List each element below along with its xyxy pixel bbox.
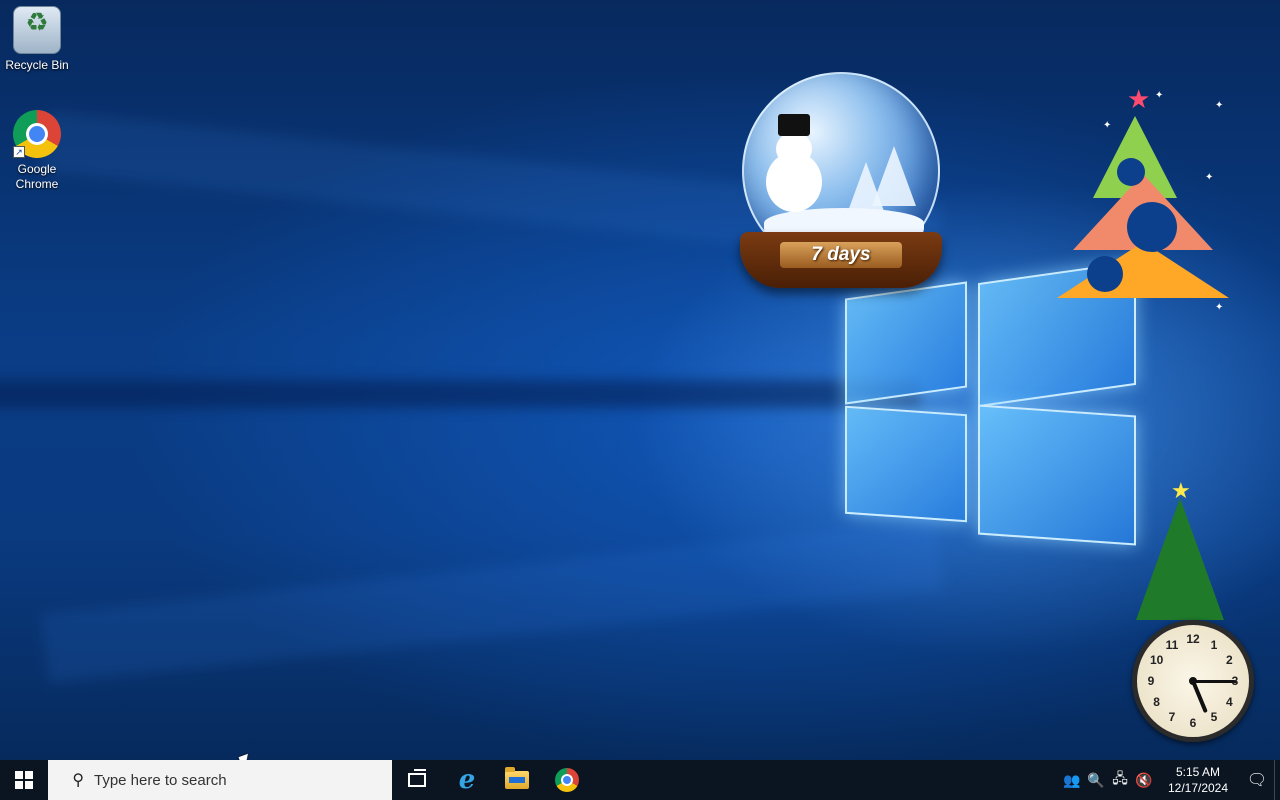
folder-icon (505, 767, 529, 789)
shortcut-arrow-icon: ↗ (13, 146, 25, 158)
logo-pane (845, 281, 967, 405)
clock-number: 2 (1226, 653, 1233, 667)
chrome-icon: ↗ (13, 110, 61, 158)
recycle-bin-icon (13, 6, 61, 54)
snow-tree-icon (872, 146, 916, 206)
countdown-label: 7 days (780, 242, 902, 268)
sparkle-icon: ✦ (1103, 120, 1112, 131)
windows-icon (15, 771, 33, 789)
desktop-icon-google-chrome[interactable]: ↗ Google Chrome (0, 110, 74, 192)
clock-number: 7 (1168, 710, 1176, 725)
sparkle-icon: ✦ (1205, 172, 1214, 183)
notification-icon: 🗨 (1246, 772, 1268, 789)
search-input[interactable] (94, 771, 374, 789)
snowman-hat (778, 114, 810, 136)
taskbar: ⚲ e 👥 🔍 🖧 🔇 5:15 AM 12/17/2024 🗨 (0, 760, 1280, 800)
light-beam (41, 520, 944, 684)
hour-hand (1191, 680, 1208, 714)
snowman-head (776, 132, 812, 166)
clock-number: 11 (1165, 637, 1179, 652)
analog-clock: 12 1 2 3 4 5 6 7 8 9 10 11 (1132, 620, 1254, 742)
star-icon: ★ (1127, 84, 1151, 114)
clock-number: 10 (1149, 653, 1164, 667)
clock-number: 3 (1231, 674, 1239, 688)
task-view-icon (408, 769, 426, 787)
logo-pane (978, 404, 1136, 546)
desktop-icon-recycle-bin[interactable]: Recycle Bin (0, 6, 74, 73)
chrome-taskbar-button[interactable] (542, 760, 592, 800)
ie-icon: e (458, 765, 476, 795)
show-desktop-button[interactable] (1274, 760, 1280, 800)
logo-pane (845, 405, 967, 523)
sparkle-icon: ✦ (1155, 90, 1164, 101)
search-box[interactable]: ⚲ (48, 760, 392, 800)
clock-number: 6 (1189, 716, 1197, 730)
chrome-icon (555, 768, 579, 792)
people-icon[interactable]: 👥 (1060, 760, 1084, 800)
ornament-hole (1127, 202, 1177, 252)
start-button[interactable] (0, 760, 48, 800)
volume-muted-icon[interactable]: 🔇 (1132, 760, 1156, 800)
system-tray: 👥 🔍 🖧 🔇 5:15 AM 12/17/2024 🗨 (1060, 760, 1280, 800)
star-icon: ★ (1171, 478, 1191, 503)
snow-globe-gadget[interactable]: 7 days (740, 72, 942, 290)
desktop-icon-label: Recycle Bin (5, 58, 69, 72)
clock-date: 12/17/2024 (1167, 781, 1229, 795)
desktop[interactable]: Recycle Bin ↗ Google Chrome 7 days ★ ✦ ✦… (0, 0, 1280, 760)
clock-gadget[interactable]: ★ 12 1 2 3 4 5 6 7 8 9 10 11 (1128, 478, 1258, 744)
clock-number: 4 (1226, 695, 1233, 709)
task-view-button[interactable] (392, 760, 442, 800)
clock-center (1189, 677, 1197, 685)
clock-number: 12 (1186, 632, 1200, 646)
ornament-hole (1117, 158, 1145, 186)
desktop-icon-label: Google Chrome (15, 162, 59, 191)
christmas-tree-icon (1136, 498, 1224, 620)
triangle-tree-gadget[interactable]: ★ ✦ ✦ ✦ ✦ ✦ (1055, 84, 1245, 314)
ornament-hole (1087, 256, 1123, 292)
clock-number: 9 (1147, 674, 1155, 688)
action-center-button[interactable]: 🗨 (1240, 770, 1274, 790)
clock-number: 8 (1153, 695, 1160, 709)
file-explorer-button[interactable] (492, 760, 542, 800)
light-beam (0, 380, 920, 408)
taskbar-clock[interactable]: 5:15 AM 12/17/2024 (1162, 764, 1234, 796)
internet-explorer-button[interactable]: e (442, 760, 492, 800)
sparkle-icon: ✦ (1215, 100, 1224, 111)
clock-number: 5 (1210, 710, 1218, 725)
clock-time: 5:15 AM (1175, 765, 1221, 779)
network-icon[interactable]: 🖧 (1108, 760, 1132, 800)
magnifier-icon[interactable]: 🔍 (1084, 760, 1108, 800)
search-icon: ⚲ (72, 772, 84, 789)
clock-number: 1 (1210, 637, 1218, 652)
sparkle-icon: ✦ (1215, 302, 1224, 313)
